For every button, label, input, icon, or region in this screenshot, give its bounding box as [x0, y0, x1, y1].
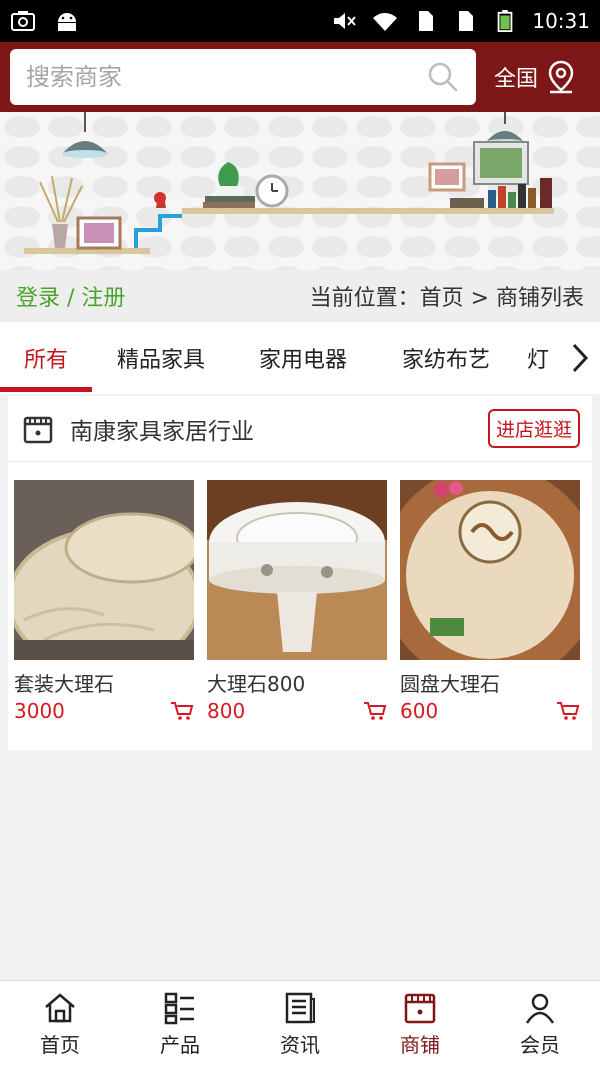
tab-furniture[interactable]: 精品家具 — [92, 322, 230, 394]
location-bar: 登录 / 注册 当前位置：首页 > 商铺列表 — [0, 270, 600, 322]
nav-home[interactable]: 首页 — [0, 981, 120, 1067]
status-bar: 10:31 — [0, 0, 600, 42]
sim1-icon — [419, 11, 434, 31]
shop-header: 南康家具家居行业 进店逛逛 — [8, 396, 592, 462]
wifi-icon — [373, 13, 398, 31]
product-name[interactable]: 圆盘大理石 — [400, 668, 580, 697]
store-icon — [23, 416, 53, 443]
header: 全国 — [0, 42, 600, 112]
breadcrumb: 当前位置：首页 > 商铺列表 — [309, 286, 584, 311]
add-to-cart-icon[interactable] — [363, 700, 387, 722]
login-register-link[interactable]: 登录 / 注册 — [16, 280, 125, 312]
chevron-right-icon — [572, 343, 589, 373]
product-price: 800 — [207, 699, 246, 723]
battery-icon — [498, 10, 513, 32]
nav-news-label: 资讯 — [280, 1032, 320, 1057]
tab-lighting[interactable]: 灯 — [516, 322, 560, 394]
region-label: 全国 — [494, 67, 539, 92]
add-to-cart-icon[interactable] — [170, 700, 194, 722]
nav-shops[interactable]: 商铺 — [360, 981, 480, 1067]
nav-products-label: 产品 — [160, 1032, 200, 1057]
nav-news[interactable]: 资讯 — [240, 981, 360, 1067]
member-icon — [525, 993, 555, 1024]
search-input[interactable] — [26, 63, 426, 91]
location-pin-icon — [548, 60, 574, 94]
nav-member[interactable]: 会员 — [480, 981, 600, 1067]
add-to-cart-icon[interactable] — [556, 700, 580, 722]
product-image[interactable] — [14, 480, 194, 660]
shop-name[interactable]: 南康家具家居行业 — [70, 412, 254, 446]
news-icon — [285, 992, 315, 1023]
banner-illustration — [0, 112, 600, 270]
visit-shop-button[interactable]: 进店逛逛 — [487, 409, 580, 448]
product-item[interactable]: 套装大理石 3000 — [14, 480, 194, 723]
product-item[interactable]: 大理石800 800 — [207, 480, 387, 723]
banner-image[interactable] — [0, 112, 600, 270]
product-image[interactable] — [400, 480, 580, 660]
product-price: 600 — [400, 699, 439, 723]
nav-member-label: 会员 — [520, 1032, 560, 1057]
category-tabs: 所有 精品家具 家用电器 家纺布艺 灯 — [0, 322, 600, 394]
search-icon[interactable] — [426, 60, 460, 94]
tab-textiles[interactable]: 家纺布艺 — [376, 322, 516, 394]
sim2-icon — [459, 11, 474, 31]
home-icon — [45, 992, 75, 1022]
status-time: 10:31 — [532, 9, 590, 33]
search-box[interactable] — [10, 49, 476, 105]
product-name[interactable]: 套装大理石 — [14, 668, 194, 697]
product-list: 套装大理石 3000 大理石800 800 圆盘大理石 600 — [8, 462, 592, 750]
shop-icon — [404, 993, 436, 1023]
tab-all[interactable]: 所有 — [0, 322, 92, 394]
product-grid-icon — [164, 992, 194, 1024]
tabs-next-button[interactable] — [560, 322, 600, 394]
shop-card: 南康家具家居行业 进店逛逛 套装大理石 3000 大理石800 800 圆盘大理… — [8, 396, 592, 750]
mute-icon — [334, 13, 357, 29]
product-item[interactable]: 圆盘大理石 600 — [400, 480, 580, 723]
product-name[interactable]: 大理石800 — [207, 668, 387, 697]
product-image[interactable] — [207, 480, 387, 660]
nav-products[interactable]: 产品 — [120, 981, 240, 1067]
nav-home-label: 首页 — [40, 1032, 80, 1057]
bottom-nav: 首页 产品 资讯 商铺 会员 — [0, 980, 600, 1067]
android-icon — [58, 13, 76, 31]
region-selector[interactable]: 全国 — [494, 60, 576, 94]
nav-shops-label: 商铺 — [400, 1032, 440, 1057]
tab-appliances[interactable]: 家用电器 — [230, 322, 376, 394]
screenshot-icon — [11, 11, 35, 31]
product-price: 3000 — [14, 699, 65, 723]
